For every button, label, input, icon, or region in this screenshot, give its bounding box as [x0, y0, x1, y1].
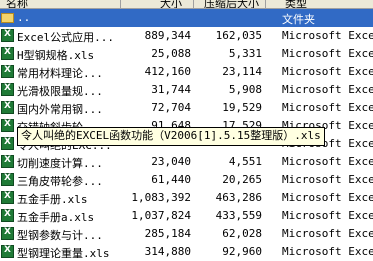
folder-icon: [1, 13, 14, 23]
excel-file-icon: [1, 155, 14, 168]
file-size: 31,744: [151, 83, 191, 96]
file-name: 常用材料理论...: [17, 67, 103, 80]
compressed-size: 23,114: [222, 65, 262, 78]
file-name: ..: [17, 11, 31, 24]
column-divider[interactable]: [265, 0, 266, 8]
file-type: Microsoft Excel: [282, 173, 373, 186]
compressed-size: 19,529: [222, 101, 262, 114]
compressed-size: 162,035: [215, 29, 262, 42]
file-name: 切削速度计算...: [17, 157, 103, 170]
parent-folder-row[interactable]: .. 文件夹: [0, 9, 373, 27]
file-type: Microsoft Excel: [282, 191, 373, 204]
table-row[interactable]: 五金手册a.xls 1,037,824 433,559 Microsoft Ex…: [0, 207, 373, 225]
file-type: Microsoft Excel: [282, 47, 373, 60]
excel-file-icon: [1, 101, 14, 114]
table-row[interactable]: 五金手册.xls 1,083,392 463,286 Microsoft Exc…: [0, 189, 373, 207]
compressed-size: 20,265: [222, 173, 262, 186]
file-size: 889,344: [144, 29, 191, 42]
table-row[interactable]: 型钢参数与计... 285,184 62,028 Microsoft Excel: [0, 225, 373, 243]
file-type: Microsoft Excel: [282, 65, 373, 78]
file-name: 型钢参数与计...: [17, 229, 103, 242]
file-type: Microsoft Excel: [282, 29, 373, 42]
table-row[interactable]: 常用材料理论... 412,160 23,114 Microsoft Excel: [0, 63, 373, 81]
column-header: 名称 大小 压缩后大小 类型: [0, 0, 373, 9]
file-size: 1,037,824: [131, 209, 191, 222]
compressed-size: 5,331: [228, 47, 262, 60]
file-type: Microsoft Excel: [282, 101, 373, 114]
table-row[interactable]: 光滑极限量规... 31,744 5,908 Microsoft Excel: [0, 81, 373, 99]
file-name: 五金手册a.xls: [17, 211, 95, 224]
excel-file-icon: [1, 191, 14, 204]
file-type: Microsoft Excel: [282, 227, 373, 240]
file-size: 72,704: [151, 101, 191, 114]
file-name: Excel公式应用...: [17, 31, 114, 44]
file-size: 285,184: [144, 227, 191, 240]
column-size-header[interactable]: 大小: [160, 0, 182, 8]
filename-tooltip: 令人叫绝的EXCEL函数功能（V2006[1].5.15整理版）.xls: [17, 127, 325, 146]
excel-file-icon: [1, 29, 14, 42]
compressed-size: 4,551: [228, 155, 262, 168]
excel-file-icon: [1, 173, 14, 186]
excel-file-icon: [1, 209, 14, 222]
file-size: 314,880: [144, 245, 191, 258]
file-size: 25,088: [151, 47, 191, 60]
excel-file-icon: [1, 47, 14, 60]
file-name: 型钢理论重量.xls: [17, 247, 110, 260]
excel-file-icon: [1, 227, 14, 240]
file-type: Microsoft Excel: [282, 209, 373, 222]
table-row[interactable]: Excel公式应用... 889,344 162,035 Microsoft E…: [0, 27, 373, 45]
column-type-header[interactable]: 类型: [285, 0, 307, 8]
compressed-size: 5,908: [228, 83, 262, 96]
table-row[interactable]: 切削速度计算... 23,040 4,551 Microsoft Excel: [0, 153, 373, 171]
file-size: 1,083,392: [131, 191, 191, 204]
column-compressed-header[interactable]: 压缩后大小: [204, 0, 259, 8]
excel-file-icon: [1, 137, 14, 150]
excel-file-icon: [1, 65, 14, 78]
file-size: 23,040: [151, 155, 191, 168]
file-size: 61,440: [151, 173, 191, 186]
file-name: 光滑极限量规...: [17, 85, 103, 98]
compressed-size: 92,960: [222, 245, 262, 258]
column-divider[interactable]: [120, 0, 121, 8]
file-name: H型钢规格.xls: [17, 49, 95, 62]
table-row[interactable]: 三角皮带轮参... 61,440 20,265 Microsoft Excel: [0, 171, 373, 189]
excel-file-icon: [1, 245, 14, 258]
file-type: Microsoft Excel: [282, 245, 373, 258]
table-row[interactable]: 型钢理论重量.xls 314,880 92,960 Microsoft Exce…: [0, 243, 373, 261]
compressed-size: 433,559: [215, 209, 262, 222]
excel-file-icon: [1, 83, 14, 96]
file-name: 三角皮带轮参...: [17, 175, 103, 188]
file-size: 412,160: [144, 65, 191, 78]
compressed-size: 62,028: [222, 227, 262, 240]
column-divider[interactable]: [193, 0, 194, 8]
excel-file-icon: [1, 119, 14, 132]
file-type: 文件夹: [282, 13, 315, 26]
file-name: 国内外常用钢...: [17, 103, 103, 116]
table-row[interactable]: H型钢规格.xls 25,088 5,331 Microsoft Excel: [0, 45, 373, 63]
file-type: Microsoft Excel: [282, 83, 373, 96]
file-name: 五金手册.xls: [17, 193, 88, 206]
compressed-size: 463,286: [215, 191, 262, 204]
file-type: Microsoft Excel: [282, 155, 373, 168]
table-row[interactable]: 国内外常用钢... 72,704 19,529 Microsoft Excel: [0, 99, 373, 117]
column-name-header[interactable]: 名称: [6, 0, 28, 8]
